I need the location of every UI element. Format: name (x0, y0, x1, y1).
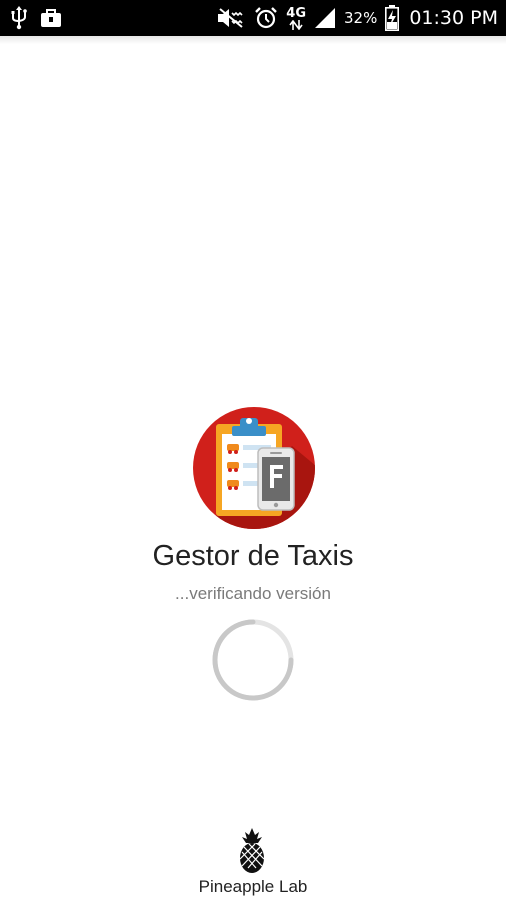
status-bar-left (10, 0, 62, 36)
loading-spinner (210, 617, 296, 703)
battery-charging-icon (385, 5, 400, 31)
signal-icon (314, 7, 336, 29)
pineapple-icon (236, 828, 268, 874)
footer-brand: Pineapple Lab (198, 877, 308, 896)
network-type-label: 4G (286, 5, 306, 21)
header-shadow (0, 36, 506, 44)
alarm-icon (254, 6, 278, 30)
status-bar-right: 4G 32% 01:30 PM (216, 0, 498, 36)
mute-icon (216, 8, 246, 28)
app-logo (192, 406, 316, 530)
app-title: Gestor de Taxis (152, 540, 354, 572)
status-bar: 4G 32% 01:30 PM (0, 0, 506, 36)
battery-percent: 32% (344, 9, 378, 27)
loading-status-text: ...verificando versión (175, 584, 331, 603)
usb-icon (10, 6, 28, 30)
status-time: 01:30 PM (409, 7, 498, 29)
network-arrows-icon: 4G (286, 7, 306, 30)
briefcase-notification-icon (40, 8, 62, 28)
